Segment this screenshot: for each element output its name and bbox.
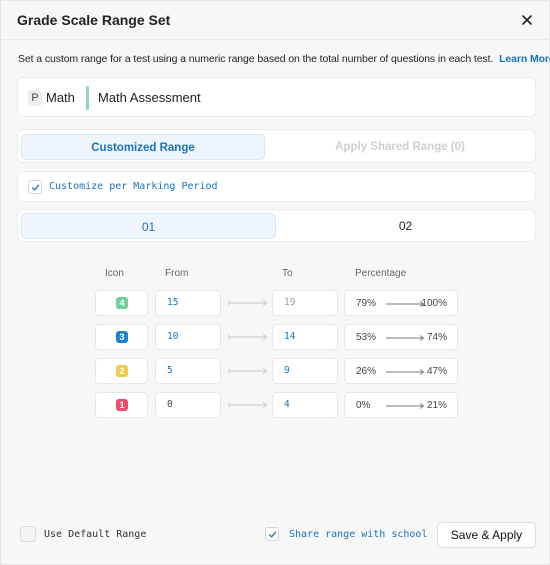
customize-label: Customize per Marking Period xyxy=(49,181,218,192)
percentage-cell: 53% 74% xyxy=(344,324,458,350)
description: Set a custom range for a test using a nu… xyxy=(18,53,550,65)
tab-period-02[interactable]: 02 xyxy=(278,213,533,239)
share-range-label: Share range with school xyxy=(289,529,428,540)
column-header-percentage: Percentage xyxy=(355,268,407,279)
arrow-right-icon xyxy=(228,368,268,374)
table-row-icon-cell: 4 xyxy=(95,290,148,316)
column-header-to: To xyxy=(282,268,293,279)
grade-1-icon: 1 xyxy=(116,399,128,411)
percentage-to: 47% xyxy=(426,366,447,377)
dialog-header: Grade Scale Range Set xyxy=(1,1,549,39)
share-range-checkbox[interactable] xyxy=(265,527,279,541)
from-input[interactable]: 0 xyxy=(155,392,221,418)
save-apply-button[interactable]: Save & Apply xyxy=(437,522,536,548)
grade-2-icon: 2 xyxy=(116,365,128,377)
tab-apply-shared-range[interactable]: Apply Shared Range (0) xyxy=(268,134,532,160)
percentage-from: 26% xyxy=(356,366,377,377)
percentage-to: 74% xyxy=(426,332,447,343)
dialog-title: Grade Scale Range Set xyxy=(17,12,171,28)
table-row-icon-cell: 1 xyxy=(95,392,148,418)
subject-name: Math xyxy=(46,90,75,105)
arrow-right-icon xyxy=(228,334,268,340)
percentage-from: 79% xyxy=(356,298,377,309)
percentage-to: 21% xyxy=(426,400,447,411)
from-input[interactable]: 10 xyxy=(155,324,221,350)
from-input[interactable]: 15 xyxy=(155,290,221,316)
subject-color-bar xyxy=(86,86,89,110)
table-row-icon-cell: 2 xyxy=(95,358,148,384)
to-input[interactable]: 19 xyxy=(272,290,338,316)
from-input[interactable]: 5 xyxy=(155,358,221,384)
tab-customized-range[interactable]: Customized Range xyxy=(21,134,265,160)
percentage-cell: 26% 47% xyxy=(344,358,458,384)
percentage-from: 53% xyxy=(356,332,377,343)
arrow-right-icon xyxy=(386,369,425,375)
grade-3-icon: 3 xyxy=(116,331,128,343)
tab-period-01[interactable]: 01 xyxy=(21,213,276,239)
table-row-icon-cell: 3 xyxy=(95,324,148,350)
column-header-from: From xyxy=(165,268,189,279)
marking-period-tabs: 01 02 xyxy=(17,209,536,242)
subject-badge: P xyxy=(28,90,42,106)
percentage-to: 100% xyxy=(421,298,447,309)
use-default-range-checkbox[interactable] xyxy=(20,526,36,542)
description-text: Set a custom range for a test using a nu… xyxy=(18,53,494,65)
percentage-from: 0% xyxy=(356,400,371,411)
header-divider xyxy=(1,39,549,40)
percentage-cell: 0% 21% xyxy=(344,392,458,418)
arrow-right-icon xyxy=(228,300,268,306)
arrow-right-icon xyxy=(228,402,268,408)
to-input[interactable]: 4 xyxy=(272,392,338,418)
percentage-cell: 79% 100% xyxy=(344,290,458,316)
customize-card: Customize per Marking Period xyxy=(17,171,536,202)
arrow-right-icon xyxy=(386,335,425,341)
arrow-right-icon xyxy=(386,301,425,307)
close-icon[interactable] xyxy=(519,12,535,28)
range-tabs: Customized Range Apply Shared Range (0) xyxy=(17,129,536,163)
grade-scale-dialog: Grade Scale Range Set Set a custom range… xyxy=(0,0,550,565)
subject-card: P Math Math Assessment xyxy=(17,77,536,117)
learn-more-link[interactable]: Learn More xyxy=(499,53,550,65)
assessment-name: Math Assessment xyxy=(98,90,201,105)
use-default-range-label: Use Default Range xyxy=(44,529,147,540)
arrow-right-icon xyxy=(386,403,425,409)
customize-checkbox[interactable] xyxy=(28,180,42,194)
to-input[interactable]: 14 xyxy=(272,324,338,350)
grade-4-icon: 4 xyxy=(116,297,128,309)
column-header-icon: Icon xyxy=(105,268,124,279)
to-input[interactable]: 9 xyxy=(272,358,338,384)
